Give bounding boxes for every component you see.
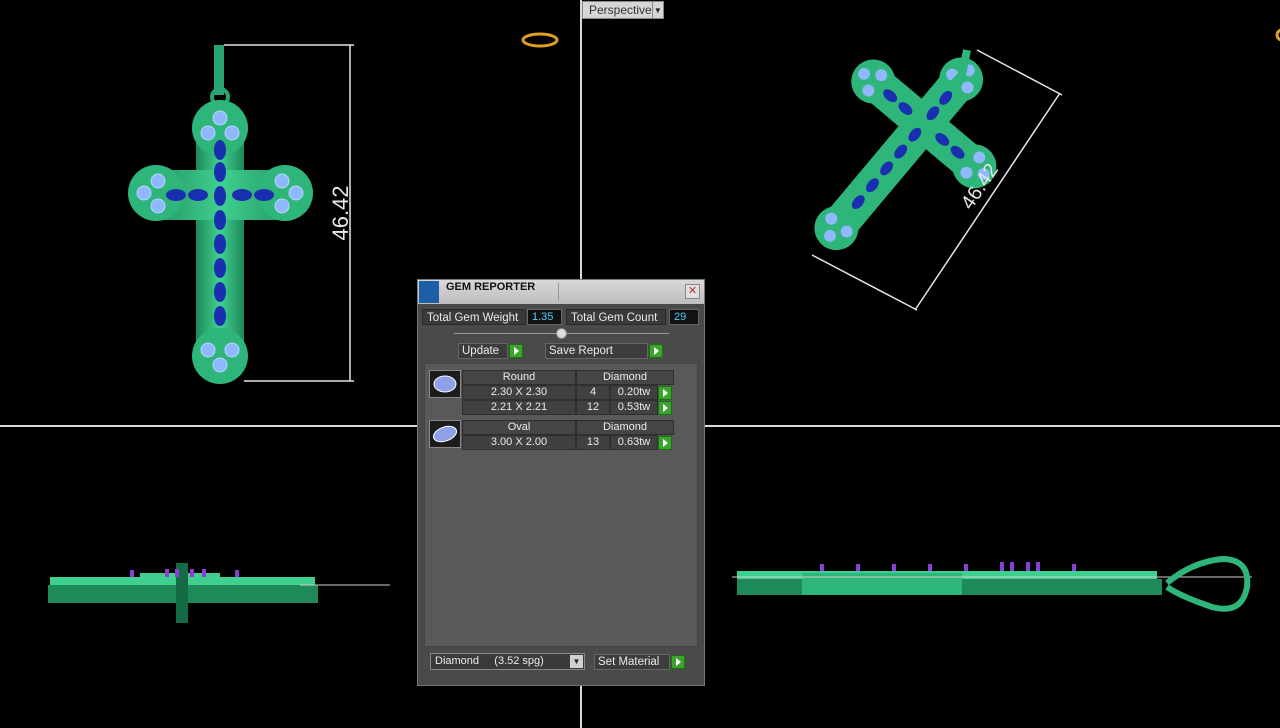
update-go-icon[interactable] (509, 344, 523, 358)
gem-reporter-title: GEM REPORTER (446, 281, 536, 293)
total-gem-weight-value: 1.35 (527, 309, 562, 325)
save-report-go-icon[interactable] (649, 344, 663, 358)
view-mode-label: Perspective (589, 3, 652, 17)
set-material-button[interactable]: Set Material (594, 654, 670, 670)
total-gem-weight-label: Total Gem Weight (422, 309, 526, 325)
gem-count: 4 (576, 385, 610, 400)
chevron-down-icon[interactable]: ▼ (651, 2, 663, 18)
gem-count: 13 (576, 435, 610, 450)
material-select-value: Diamond (3.52 spg) (435, 655, 544, 667)
gem-weight: 0.20tw (610, 385, 658, 400)
gem-size: 2.21 X 2.21 (462, 400, 576, 415)
pendant-top-profile (732, 555, 1252, 612)
gem-material-header: Diamond (576, 370, 674, 385)
titlebar-separator (558, 283, 559, 301)
total-gem-count-value: 29 (669, 309, 699, 325)
gem-row-go-icon[interactable] (658, 436, 672, 450)
gem-size: 3.00 X 2.00 (462, 435, 576, 450)
splitter-knob[interactable] (556, 328, 567, 339)
gem-shape-header: Oval (462, 420, 576, 435)
oval-gem-icon[interactable] (429, 420, 461, 448)
gem-material-header: Diamond (576, 420, 674, 435)
cross-pendant-perspective (814, 57, 997, 251)
save-report-button[interactable]: Save Report (545, 343, 648, 359)
height-dimension-label: 46.42 (328, 185, 353, 240)
gem-row-go-icon[interactable] (658, 386, 672, 400)
material-select[interactable]: Diamond (3.52 spg) ▼ (430, 653, 585, 670)
gem-shape-header: Round (462, 370, 576, 385)
total-gem-count-label: Total Gem Count (566, 309, 666, 325)
chevron-down-icon[interactable]: ▼ (570, 655, 583, 668)
gem-count: 12 (576, 400, 610, 415)
gem-weight: 0.63tw (610, 435, 658, 450)
gem-list: Round Diamond 2.30 X 2.30 4 0.20tw 2.21 … (424, 363, 698, 647)
gem-reporter-panel: GEM REPORTER ✕ Total Gem Weight 1.35 Tot… (417, 279, 705, 686)
gem-reporter-app-icon (419, 281, 439, 303)
gem-reporter-titlebar[interactable]: GEM REPORTER ✕ (418, 280, 704, 304)
prongs-top (820, 562, 1076, 571)
gem-row-go-icon[interactable] (658, 401, 672, 415)
pendant-side-profile (48, 563, 390, 623)
close-icon[interactable]: ✕ (685, 284, 700, 299)
gem-weight: 0.53tw (610, 400, 658, 415)
round-gem-icon[interactable] (429, 370, 461, 398)
gem-size: 2.30 X 2.30 (462, 385, 576, 400)
set-material-go-icon[interactable] (671, 655, 685, 669)
orientation-gizmo-icon[interactable] (521, 32, 559, 48)
update-button[interactable]: Update (458, 343, 508, 359)
view-mode-dropdown[interactable]: Perspective ▼ (582, 1, 664, 19)
